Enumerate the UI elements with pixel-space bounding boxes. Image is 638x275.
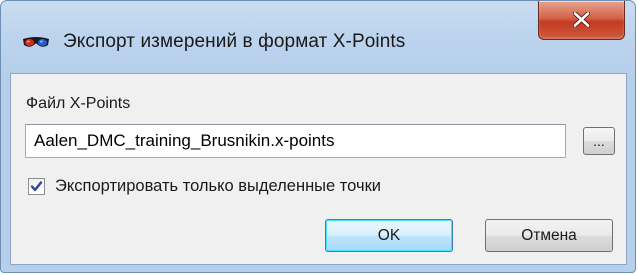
window-title: Экспорт измерений в формат X-Points: [63, 31, 406, 52]
file-path-input[interactable]: [25, 124, 566, 158]
ok-button[interactable]: OK: [325, 219, 453, 252]
title-bar[interactable]: Экспорт измерений в формат X-Points: [1, 1, 635, 73]
browse-button[interactable]: ...: [583, 127, 615, 155]
dialog-body: Файл X-Points ... Экспортировать только …: [10, 73, 627, 265]
cancel-button[interactable]: Отмена: [485, 219, 613, 252]
export-dialog: Экспорт измерений в формат X-Points Файл…: [0, 0, 636, 273]
export-selected-label[interactable]: Экспортировать только выделенные точки: [55, 177, 381, 196]
file-label: Файл X-Points: [26, 95, 131, 112]
stereo-glasses-icon: [21, 30, 51, 54]
checkmark-icon: [30, 181, 43, 192]
close-icon: [573, 12, 590, 27]
export-selected-checkbox[interactable]: [28, 178, 45, 195]
close-button[interactable]: [538, 1, 625, 40]
